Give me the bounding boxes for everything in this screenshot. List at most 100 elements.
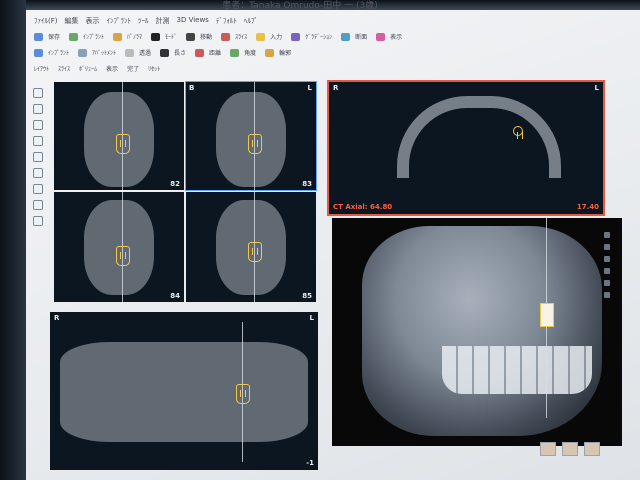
orientation-label-right: R	[54, 314, 60, 322]
view-thumbnails	[540, 442, 600, 456]
menu-bar: ﾌｧｲﾙ(F) 編集 表示 ｲﾝﾌﾟﾗﾝﾄ ﾂｰﾙ 計測 3D Views ﾃﾞ…	[34, 16, 258, 28]
thumbnail-teeth[interactable]	[584, 442, 600, 456]
length-icon[interactable]	[160, 48, 170, 57]
view-tag: B	[189, 84, 195, 92]
toolbar-label: ｱﾊﾞｯﾄﾒﾝﾄ	[92, 50, 117, 57]
toolbar-label: 保存	[48, 34, 61, 41]
toolbar-label[interactable]: ﾚｲｱｳﾄ	[34, 64, 49, 73]
pointer-tool-icon[interactable]	[33, 88, 43, 98]
pen-tool-icon[interactable]	[33, 104, 43, 114]
abutment-icon[interactable]	[78, 48, 88, 57]
move-icon[interactable]	[186, 32, 196, 41]
toolbar-label[interactable]: 表示	[106, 64, 118, 73]
rectangle-tool-icon[interactable]	[33, 120, 43, 130]
toolbar-label: ﾓｰﾄﾞ	[165, 34, 178, 41]
toolbar-label: ﾊﾟﾉﾗﾏ	[127, 34, 143, 41]
implant-3d-model[interactable]	[540, 303, 554, 327]
cross-section-view-1[interactable]: 82	[54, 82, 184, 190]
axial-value: 17.40	[576, 203, 599, 211]
slice-number: 82	[170, 180, 180, 188]
eraser-tool-icon[interactable]	[33, 184, 43, 194]
toolbar-main: 保存 ｲﾝﾌﾟﾗﾝﾄ ﾊﾟﾉﾗﾏ ﾓｰﾄﾞ 移動 ｽﾗｲｽ 入力 ｸﾞﾗﾃﾞｰｼ…	[34, 30, 406, 43]
slice-number: 84	[170, 292, 180, 300]
radiation-tool-icon[interactable]	[33, 216, 43, 226]
menu-item-3d-views[interactable]: 3D Views	[177, 16, 209, 28]
orientation-label-left: L	[309, 314, 314, 322]
opacity-icon[interactable]	[604, 280, 610, 286]
zoom-icon[interactable]	[604, 244, 610, 250]
cross-section-view-3[interactable]: 84	[54, 192, 184, 302]
menu-item-measure[interactable]: 計測	[156, 16, 170, 28]
toolbar-label[interactable]: ﾘｾｯﾄ	[148, 64, 160, 73]
toolbar-label[interactable]: ﾎﾞﾘｭｰﾑ	[79, 64, 97, 73]
orientation-label-right: R	[333, 84, 339, 92]
mode-icon[interactable]	[151, 32, 161, 41]
implant-icon[interactable]	[69, 32, 79, 41]
panorama-icon[interactable]	[113, 32, 123, 41]
transparency-icon[interactable]	[125, 48, 135, 57]
volume-render-view[interactable]	[332, 218, 622, 446]
menu-item-edit[interactable]: 編集	[65, 16, 79, 28]
menu-item-default[interactable]: ﾃﾞﾌｫﾙﾄ	[216, 16, 237, 28]
toolbar-label: ｲﾝﾌﾟﾗﾝﾄ	[83, 34, 105, 41]
thumbnail-skull[interactable]	[562, 442, 578, 456]
ruler-tool-icon[interactable]	[33, 152, 43, 162]
toolbar-label: 角度	[244, 50, 257, 57]
axial-slice-label: CT Axial: 64.80	[333, 203, 393, 211]
rotate-icon[interactable]	[604, 232, 610, 238]
ellipse-tool-icon[interactable]	[33, 136, 43, 146]
implant-marker[interactable]	[236, 384, 250, 404]
section-icon[interactable]	[341, 32, 351, 41]
toolbar-label: 移動	[200, 34, 213, 41]
implant-marker[interactable]	[248, 134, 262, 154]
menu-item-file[interactable]: ﾌｧｲﾙ(F)	[34, 16, 58, 28]
menu-item-implant[interactable]: ｲﾝﾌﾟﾗﾝﾄ	[107, 16, 132, 28]
implant-marker[interactable]	[116, 246, 130, 266]
implant-marker-axial[interactable]	[513, 126, 523, 139]
distance-icon[interactable]	[195, 48, 205, 57]
crop-icon[interactable]	[604, 268, 610, 274]
cross-section-view-2[interactable]: B L 83	[185, 81, 317, 191]
toolbar-label: 輪郭	[279, 50, 292, 57]
toolbar-label: 入力	[270, 34, 283, 41]
gradation-icon[interactable]	[291, 32, 301, 41]
implant-marker[interactable]	[116, 134, 130, 154]
angle-tool-icon[interactable]	[33, 168, 43, 178]
volume-tool-strip	[604, 232, 614, 298]
slice-number: 83	[302, 180, 312, 188]
dental-arch	[397, 96, 561, 178]
implant-tool-icon[interactable]	[34, 48, 43, 57]
axial-view[interactable]: R L CT Axial: 64.80 17.40	[327, 80, 605, 216]
reset-icon[interactable]	[604, 292, 610, 298]
teeth-volume	[442, 346, 592, 394]
orientation-label: L	[307, 84, 312, 92]
display-icon[interactable]	[376, 32, 386, 41]
toolbar-label[interactable]: 完了	[127, 64, 139, 73]
cross-section-view-4[interactable]: 85	[186, 192, 316, 302]
toolbar-label: ｲﾝﾌﾟﾗﾝﾄ	[48, 50, 70, 57]
thumbnail-face[interactable]	[540, 442, 556, 456]
menu-item-tools[interactable]: ﾂｰﾙ	[138, 16, 149, 28]
angle-icon[interactable]	[230, 48, 240, 57]
menu-item-view[interactable]: 表示	[86, 16, 100, 28]
toolbar-label[interactable]: ｽﾗｲｽ	[58, 64, 70, 73]
skull-volume	[362, 226, 602, 436]
input-icon[interactable]	[256, 32, 266, 41]
menu-item-help[interactable]: ﾍﾙﾌﾟ	[244, 16, 258, 28]
slice-number: 85	[302, 292, 312, 300]
toolbar-secondary: ｲﾝﾌﾟﾗﾝﾄ ｱﾊﾞｯﾄﾒﾝﾄ 透過 長さ 距離 角度 輪郭	[34, 46, 295, 59]
implant-marker[interactable]	[248, 242, 262, 262]
toolbar-label: 距離	[209, 50, 222, 57]
monitor-screen: 患者：Tanaka Omrudo-田中 一 (3歳) ﾌｧｲﾙ(F) 編集 表示…	[0, 0, 640, 480]
monitor-bezel-left	[0, 0, 26, 480]
save-icon[interactable]	[34, 32, 43, 41]
nerve-tool-icon[interactable]	[33, 200, 43, 210]
left-tool-palette	[30, 88, 46, 278]
toolbar-label: 表示	[390, 34, 403, 41]
contour-icon[interactable]	[265, 48, 275, 57]
orientation-label-left: L	[594, 84, 599, 92]
pan-icon[interactable]	[604, 256, 610, 262]
toolbar-label: 長さ	[174, 50, 187, 57]
slice-icon[interactable]	[221, 32, 231, 41]
panoramic-view[interactable]: R L -1	[50, 312, 318, 470]
